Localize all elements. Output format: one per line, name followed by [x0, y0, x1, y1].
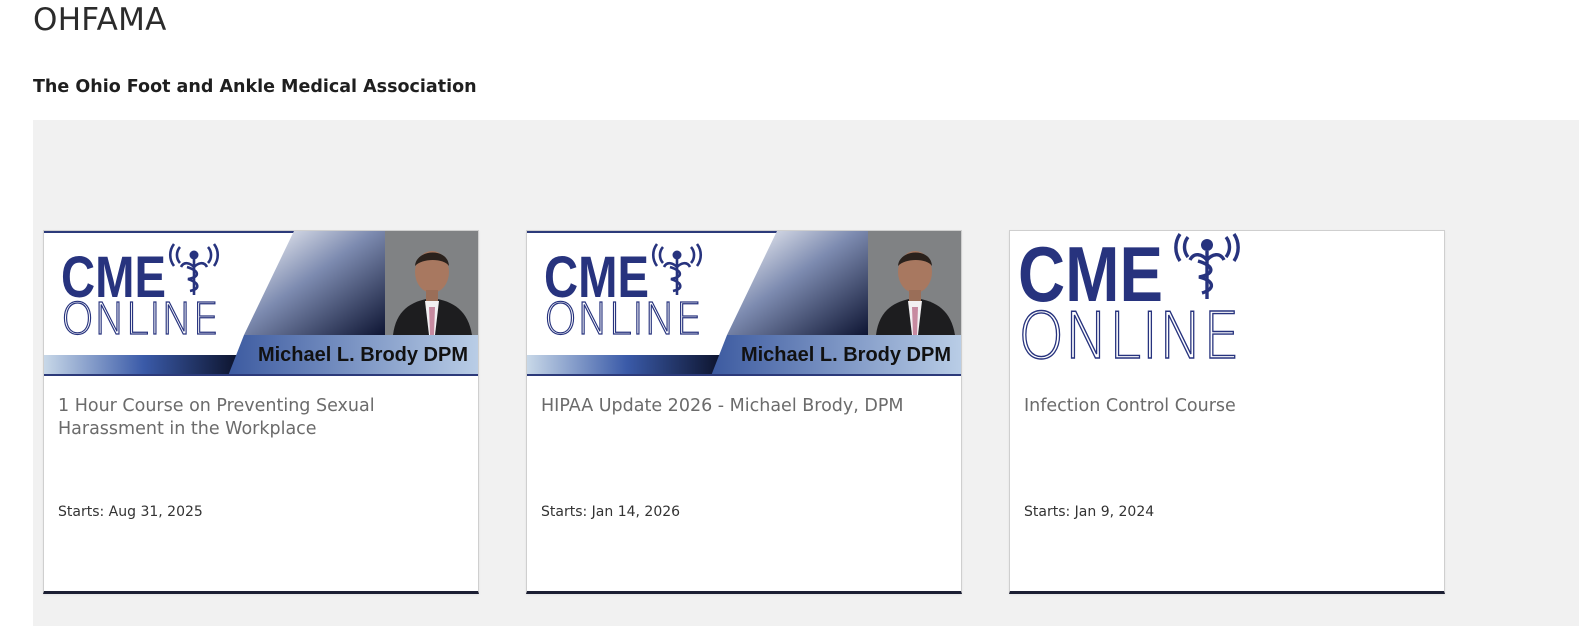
course-title[interactable]: HIPAA Update 2026 - Michael Brody, DPM [541, 395, 951, 418]
cme-online-logo: CME ONLINE [543, 243, 703, 346]
course-banner[interactable]: CME ONLINE Michael L. Brody DPM [527, 231, 961, 376]
logo-online-text: ONLINE [1018, 300, 1240, 374]
course-banner[interactable]: CME ONLINE [1010, 231, 1444, 376]
logo-online-text: ONLINE [544, 294, 702, 345]
course-title[interactable]: Infection Control Course [1024, 395, 1434, 418]
course-banner[interactable]: CME ONLINE Michael L. Brody DPM [44, 231, 478, 376]
logo-online-text: ONLINE [61, 294, 219, 345]
course-card[interactable]: CME ONLINE Michael L. Brody DPM HIPAA Up… [526, 230, 962, 594]
site-subtitle: The Ohio Foot and Ankle Medical Associat… [33, 77, 477, 97]
course-card[interactable]: CME ONLINE Infection Control Course Star… [1009, 230, 1445, 594]
course-card[interactable]: CME ONLINE Michael L. Brody DPM 1 Hour C… [43, 230, 479, 594]
cme-online-logo: CME ONLINE [60, 243, 220, 346]
site-title: OHFAMA [33, 2, 167, 38]
presenter-name: Michael L. Brody DPM [741, 344, 951, 366]
course-catalog: CME ONLINE Michael L. Brody DPM 1 Hour C… [33, 120, 1579, 626]
course-start-date: Starts: Jan 9, 2024 [1024, 504, 1155, 520]
presenter-name: Michael L. Brody DPM [258, 344, 468, 366]
course-start-date: Starts: Aug 31, 2025 [58, 504, 203, 520]
cme-online-logo: CME ONLINE [1017, 231, 1240, 375]
course-start-date: Starts: Jan 14, 2026 [541, 504, 681, 520]
course-title[interactable]: 1 Hour Course on Preventing Sexual Haras… [58, 395, 468, 441]
